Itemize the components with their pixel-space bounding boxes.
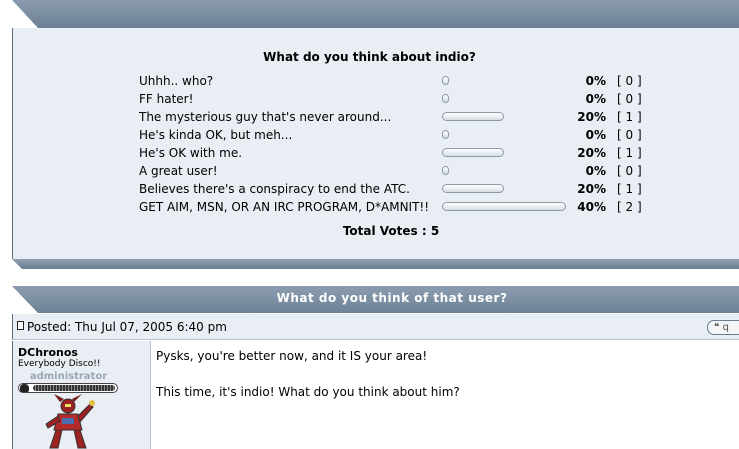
poll-result-bar (442, 184, 504, 193)
author-subtitle: Everybody Disco!! (18, 359, 101, 369)
poll-option-label: He's OK with me. (139, 146, 243, 160)
poll-result-bar (442, 112, 504, 121)
rank-meter-fill (33, 385, 115, 391)
post-date: Posted: Thu Jul 07, 2005 6:40 pm (27, 320, 227, 334)
poll-option-percent: 0% (585, 74, 606, 88)
post-icon (17, 321, 24, 330)
poll-option-label: Uhhh.. who? (139, 74, 214, 88)
poll-question: What do you think about indio? (263, 50, 476, 64)
poll-footer-bar (12, 259, 739, 269)
avatar (45, 394, 95, 449)
message-line: This time, it's indio! What do you think… (156, 385, 460, 399)
poll-option-label: The mysterious guy that's never around..… (139, 110, 392, 124)
poll-option-count: [ 0 ] (617, 164, 642, 178)
total-votes: Total Votes : 5 (342, 224, 440, 238)
poll-result-bar (442, 166, 449, 175)
poll-option-label: Believes there's a conspiracy to end the… (139, 182, 410, 196)
poll-result-bar (442, 130, 449, 139)
poll-option-percent: 40% (577, 200, 606, 214)
poll-option-percent: 20% (577, 182, 606, 196)
poll-option-label: FF hater! (139, 92, 194, 106)
skull-icon (20, 384, 29, 392)
author-name[interactable]: DChronos (18, 346, 78, 359)
poll-option-percent: 20% (577, 110, 606, 124)
poll-option-count: [ 2 ] (617, 200, 642, 214)
quote-icon: ❝ (714, 322, 720, 333)
poll-option-percent: 0% (585, 92, 606, 106)
poll-option-count: [ 1 ] (617, 146, 642, 160)
poll-result-bar (442, 202, 566, 211)
quote-label: q (722, 322, 729, 333)
poll-option-count: [ 0 ] (617, 128, 642, 142)
poll-option-label: GET AIM, MSN, OR AN IRC PROGRAM, D*AMNIT… (139, 200, 430, 214)
quote-button[interactable]: ❝ q (707, 320, 739, 335)
post-title[interactable]: What do you think of that user? (12, 291, 739, 305)
poll-option-percent: 0% (585, 128, 606, 142)
poll-option-label: A great user! (139, 164, 218, 178)
poll-option-label: He's kinda OK, but meh... (139, 128, 293, 142)
poll-result-bar (442, 76, 449, 85)
poll-header-bar (12, 0, 739, 28)
message-line: Pysks, you're better now, and it IS your… (156, 349, 428, 363)
poll-option-count: [ 0 ] (617, 92, 642, 106)
poll-option-percent: 20% (577, 146, 606, 160)
poll-option-count: [ 1 ] (617, 182, 642, 196)
poll-result-bar (442, 94, 449, 103)
poll-option-count: [ 0 ] (617, 74, 642, 88)
author-rank: administrator (29, 371, 108, 382)
poll-option-percent: 0% (585, 164, 606, 178)
poll-option-count: [ 1 ] (617, 110, 642, 124)
poll-result-bar (442, 148, 504, 157)
